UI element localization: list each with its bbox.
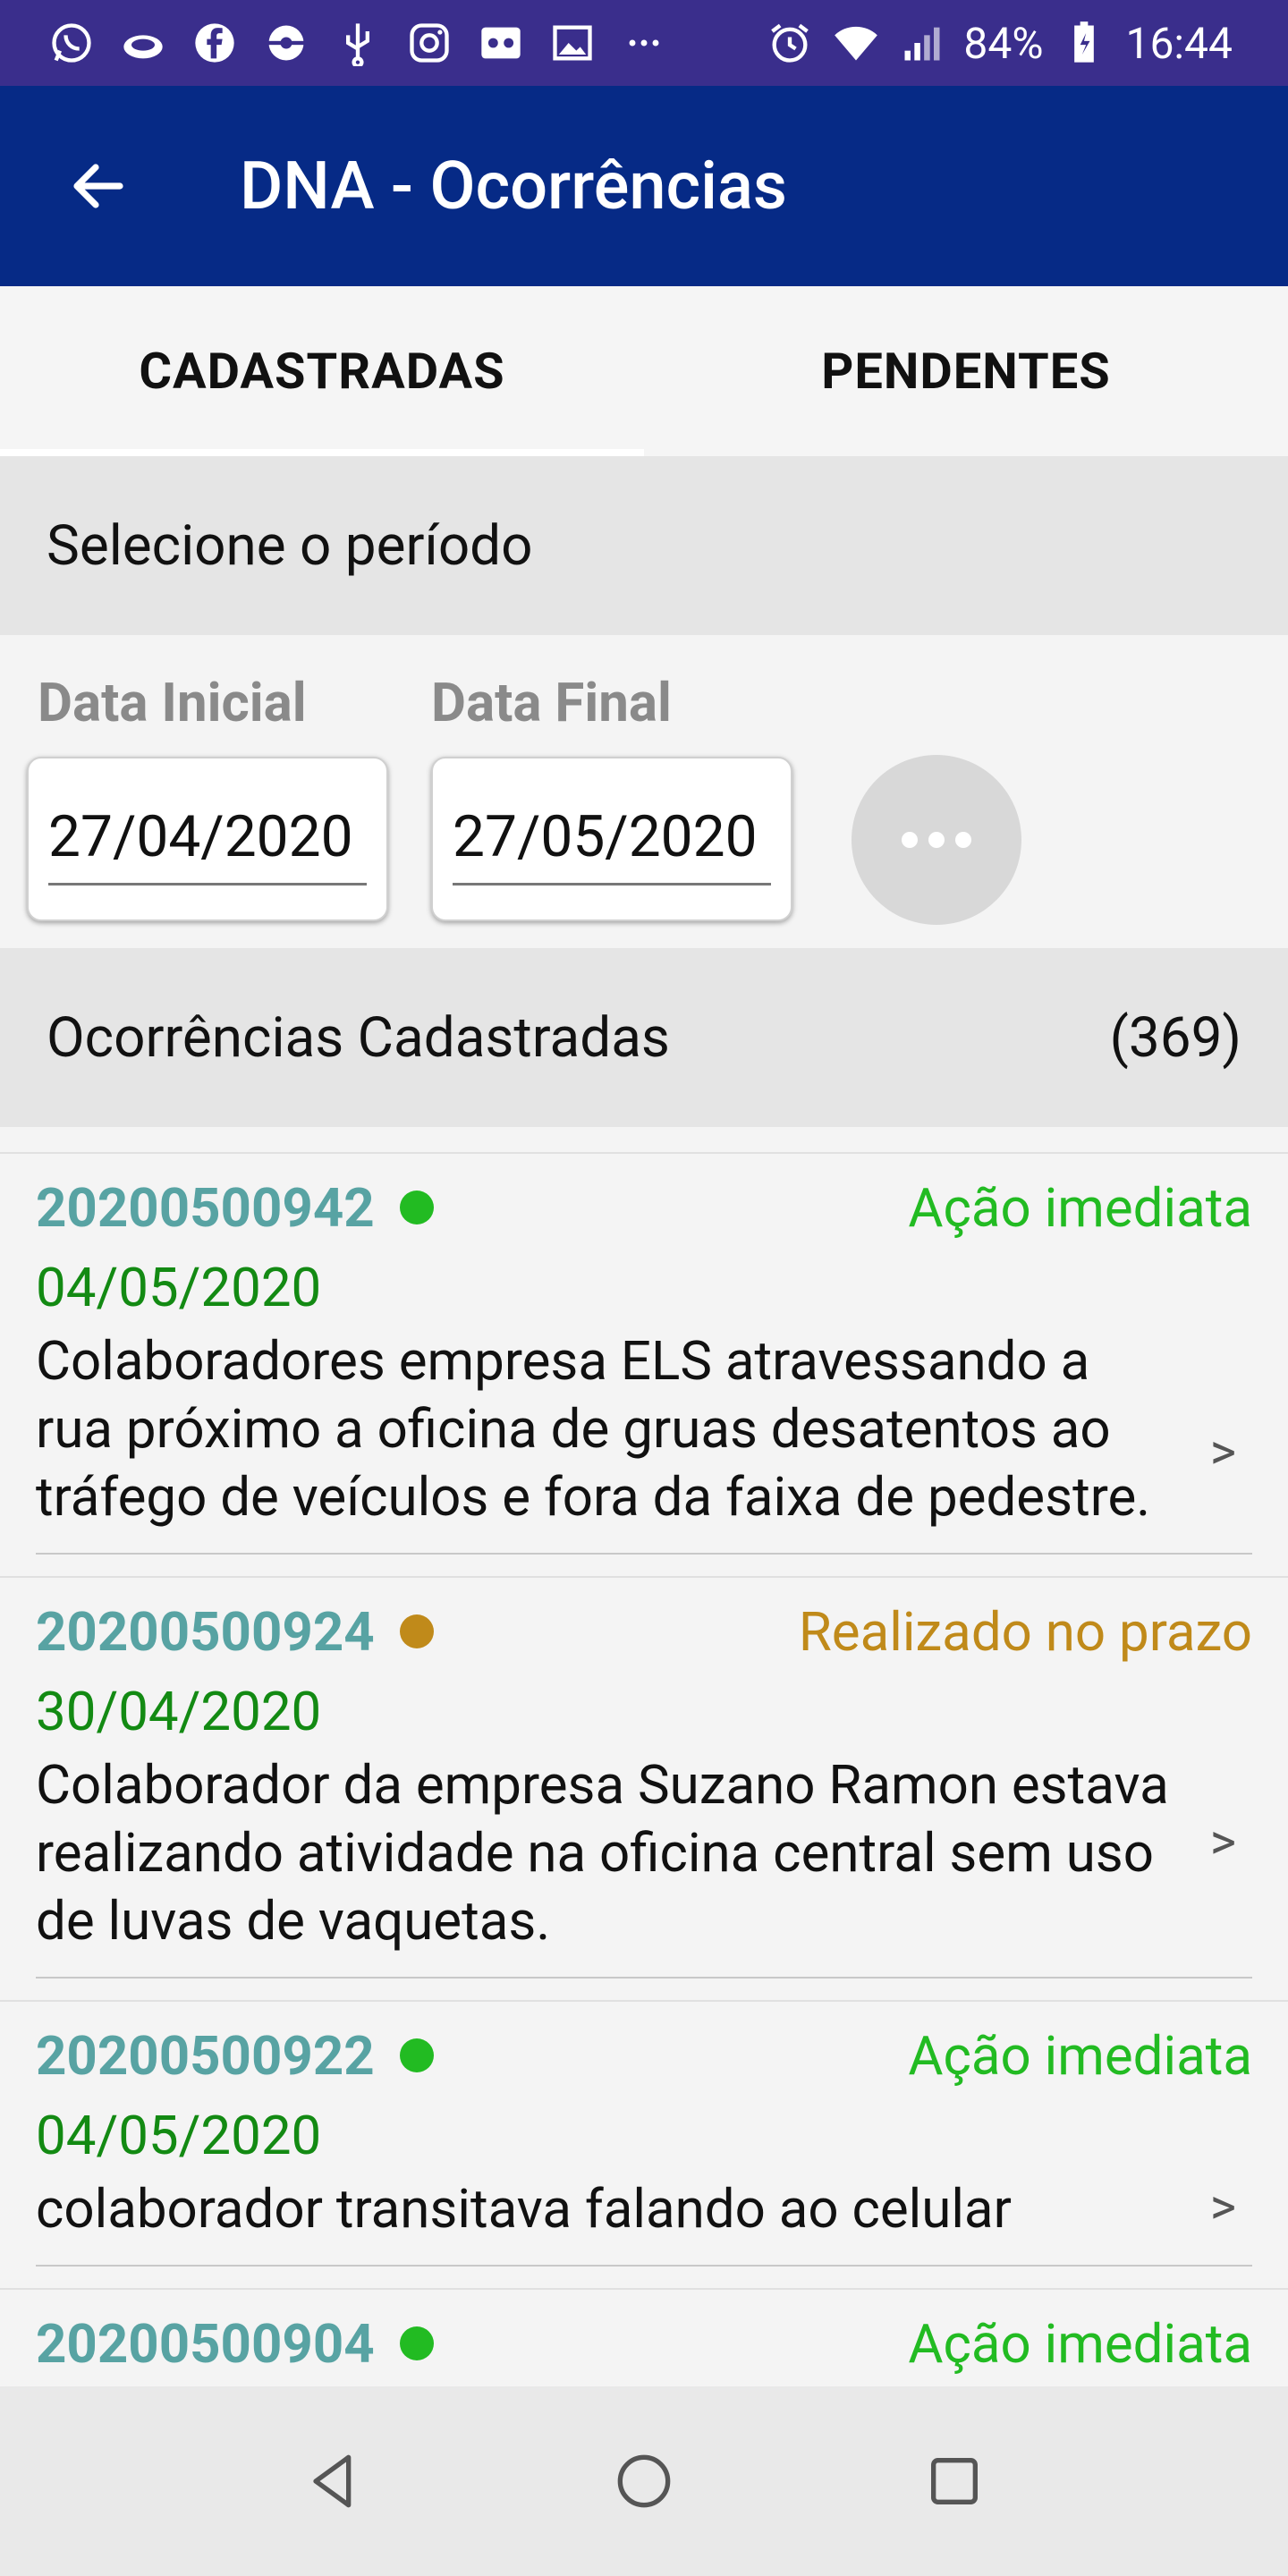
more-options-button[interactable]	[852, 755, 1021, 925]
tab-cadastradas[interactable]: CADASTRADAS	[0, 286, 644, 456]
app-bar: DNA - Ocorrências	[0, 86, 1288, 286]
start-date-label: Data Inicial	[38, 671, 307, 734]
back-arrow-icon[interactable]	[55, 143, 141, 229]
occurrence-date: 04/05/2020	[36, 2104, 322, 2167]
tab-bar: CADASTRADAS PENDENTES	[0, 286, 1288, 456]
occurrence-date: 30/04/2020	[36, 1680, 322, 1743]
divider	[36, 1977, 1252, 1979]
occurrence-status: Ação imediata	[908, 1175, 1252, 1240]
occurrence-number: 20200500904	[36, 2311, 375, 2376]
more-dots-icon	[902, 832, 971, 848]
battery-percent: 84%	[963, 17, 1044, 69]
status-bar: 84% 16:44	[0, 0, 1288, 86]
system-nav-bar	[0, 2386, 1288, 2576]
occurrence-number: 20200500922	[36, 2023, 375, 2088]
chevron-right-icon: >	[1209, 1812, 1236, 1871]
end-date-label: Data Final	[431, 671, 672, 734]
chevron-right-icon: >	[1209, 2177, 1236, 2236]
signal-icon	[897, 18, 947, 68]
page-title: DNA - Ocorrências	[240, 147, 787, 225]
clock: 16:44	[1125, 17, 1233, 69]
period-header-label: Selecione o período	[47, 513, 533, 579]
voicemail-icon	[476, 18, 526, 68]
gallery-icon	[547, 18, 597, 68]
end-date-field[interactable]: 27/05/2020	[431, 757, 792, 921]
occurrence-status: Ação imediata	[908, 2023, 1252, 2088]
whatsapp-icon	[47, 18, 97, 68]
date-filter: Data Inicial 27/04/2020 Data Final 27/05…	[0, 635, 1288, 948]
tab-pendentes[interactable]: PENDENTES	[644, 286, 1288, 456]
list-item[interactable]: 20200500904 Ação imediata	[0, 2288, 1288, 2386]
occurrences-header-label: Ocorrências Cadastradas	[47, 1004, 670, 1071]
back-nav-icon[interactable]	[284, 2432, 383, 2530]
occurrence-number: 20200500942	[36, 1175, 375, 1240]
facebook-icon	[190, 18, 240, 68]
battery-icon	[1059, 18, 1109, 68]
status-dot-icon	[399, 1191, 434, 1224]
start-date-value: 27/04/2020	[48, 803, 367, 886]
chevron-right-icon: >	[1209, 1422, 1236, 1481]
occurrence-description: Colaboradores empresa ELS atravessando a…	[36, 1329, 1151, 1529]
divider	[36, 1553, 1252, 1555]
status-dot-icon	[399, 1614, 434, 1648]
status-dot-icon	[399, 2038, 434, 2072]
recents-nav-icon[interactable]	[905, 2432, 1004, 2530]
end-date-value: 27/05/2020	[453, 803, 771, 886]
home-nav-icon[interactable]	[595, 2432, 693, 2530]
start-date-field[interactable]: 27/04/2020	[27, 757, 388, 921]
occurrence-date: 04/05/2020	[36, 1256, 322, 1319]
occurrence-status: Ação imediata	[908, 2311, 1252, 2376]
list-item[interactable]: 20200500942 Ação imediata 04/05/2020 Col…	[0, 1152, 1288, 1576]
list-item[interactable]: 20200500924 Realizado no prazo 30/04/202…	[0, 1576, 1288, 2000]
instagram-icon	[404, 18, 454, 68]
occurrence-description: colaborador transitava falando ao celula…	[36, 2177, 1012, 2241]
more-dots-icon	[619, 18, 669, 68]
list-item[interactable]: 20200500922 Ação imediata 04/05/2020 col…	[0, 2000, 1288, 2288]
occurrences-header: Ocorrências Cadastradas (369)	[0, 948, 1288, 1127]
wifi-icon	[831, 18, 881, 68]
occurrence-number: 20200500924	[36, 1599, 375, 1664]
cloud-icon	[118, 18, 168, 68]
occurrence-list[interactable]: 20200500942 Ação imediata 04/05/2020 Col…	[0, 1152, 1288, 2386]
usb-icon	[333, 18, 383, 68]
occurrences-count: (369)	[1109, 1004, 1241, 1071]
period-section-header: Selecione o período	[0, 456, 1288, 635]
occurrence-status: Realizado no prazo	[798, 1599, 1252, 1664]
status-dot-icon	[399, 2326, 434, 2360]
pokeball-icon	[261, 18, 311, 68]
occurrence-description: Colaborador da empresa Suzano Ramon esta…	[36, 1753, 1169, 1953]
divider	[36, 2265, 1252, 2267]
alarm-icon	[765, 18, 815, 68]
